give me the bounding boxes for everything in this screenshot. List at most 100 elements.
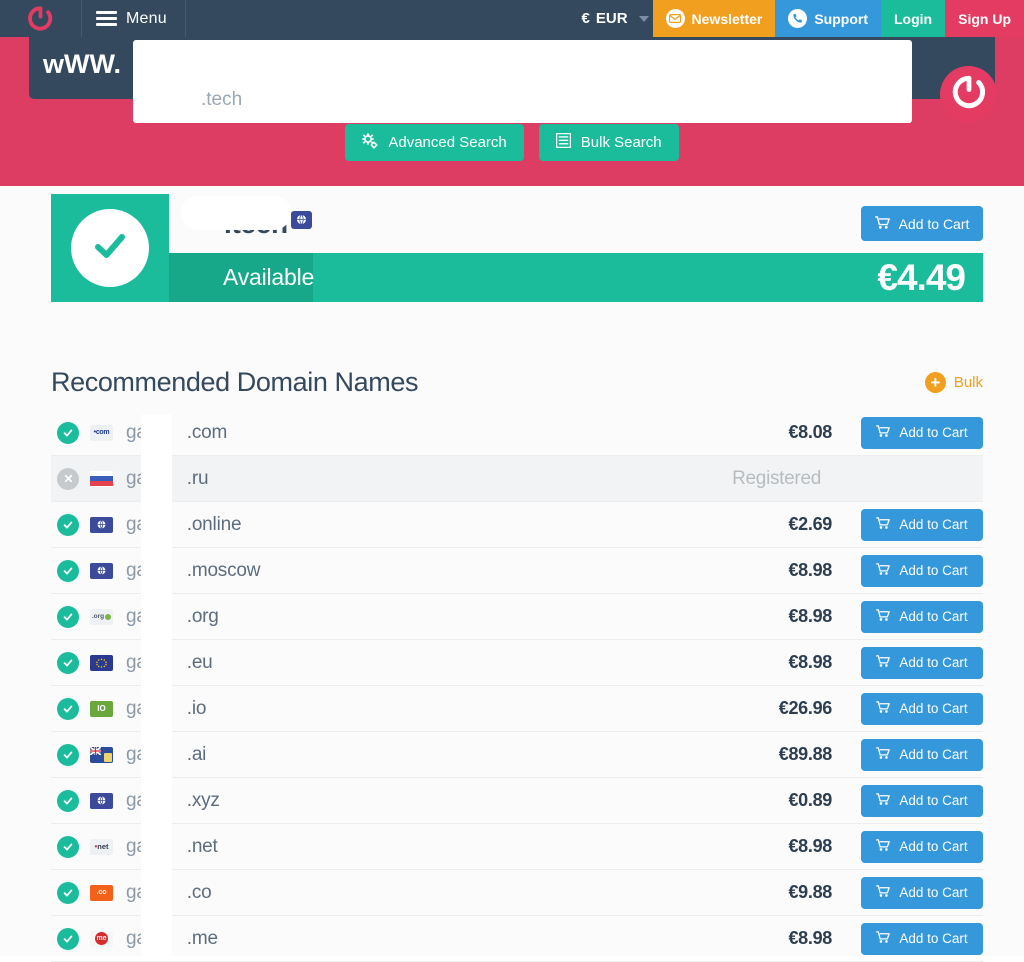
domain-name-cell[interactable]: ga.online [118,514,721,536]
availability-status-label: Available [169,253,313,302]
com-logo-icon: •com [90,425,113,441]
envelope-icon [666,9,685,28]
availability-status-cell [51,882,85,904]
table-row[interactable]: IO ga.io€26.96 Add to Cart [51,686,983,732]
signup-button[interactable]: Sign Up [945,0,1024,37]
add-to-cart-button[interactable]: Add to Cart [861,417,983,449]
cart-icon [876,517,890,532]
me-logo-icon: me [90,931,113,947]
domain-sld: ga [126,882,147,904]
tld-flag-cell [85,517,118,533]
result-domain-name: .tech [224,208,288,240]
add-to-cart-button[interactable]: Add to Cart [861,509,983,541]
domain-name-cell[interactable]: ga.me [118,928,721,950]
availability-status-cell [51,836,85,858]
domain-name-cell[interactable]: ga.io [118,698,721,720]
add-to-cart-button[interactable]: Add to Cart [861,785,983,817]
add-to-cart-button[interactable]: Add to Cart [861,877,983,909]
available-check-icon [57,652,79,674]
io-flag-icon: IO [90,701,113,717]
availability-status-cell [51,790,85,812]
domain-name-cell[interactable]: ga.ru [118,468,621,490]
domain-name-cell[interactable]: ga.moscow [118,560,721,582]
row-action-cell: Add to Cart [841,555,983,587]
add-to-cart-label: Add to Cart [899,747,967,762]
add-to-cart-label: Add to Cart [899,839,967,854]
add-to-cart-button[interactable]: Add to Cart [861,647,983,679]
add-to-cart-button[interactable]: Add to Cart [861,601,983,633]
add-to-cart-label: Add to Cart [899,655,967,670]
availability-status-cell [51,560,85,582]
login-button[interactable]: Login [881,0,945,37]
domain-name-cell[interactable]: ga.xyz [118,790,721,812]
domain-name-cell[interactable]: ga.org [118,606,721,628]
advanced-search-button[interactable]: Advanced Search [345,124,523,161]
table-row[interactable]: ga.moscow€8.98Add to Cart [51,548,983,594]
tld-flag-cell [85,471,118,487]
support-button[interactable]: Support [775,0,881,37]
tld-flag-cell: .co [85,885,118,901]
add-to-cart-label: Add to Cart [899,563,967,578]
available-check-icon [57,744,79,766]
search-input-container [133,77,912,123]
domain-name-cell[interactable]: ga.com [118,422,721,444]
search-submit-logo-button[interactable] [940,66,997,123]
tld-flag-cell: •com [85,425,118,441]
tld-flag-cell: .org [85,609,118,625]
table-row[interactable]: ga.online€2.69 Add to Cart [51,502,983,548]
advanced-search-label: Advanced Search [388,134,506,151]
search-hero-section: wWW. [0,37,1024,186]
table-row[interactable]: ga.eu€8.98Add to Cart [51,640,983,686]
cart-icon [876,609,890,624]
domain-name-cell[interactable]: ga.co [118,882,721,904]
available-check-icon [57,422,79,444]
hamburger-icon [96,11,117,26]
phone-icon [788,9,807,28]
domain-name-cell[interactable]: ga.eu [118,652,721,674]
bulk-add-link[interactable]: + Bulk [925,372,983,393]
table-row[interactable]: ga.ai€89.88Add to Cart [51,732,983,778]
availability-status-cell [51,606,85,628]
domain-name-cell[interactable]: ga.ai [118,744,721,766]
domain-price: €2.69 [721,514,841,535]
page-title: Recommended Domain Names [51,367,418,398]
brand-logo[interactable] [0,0,82,37]
tld-flag-cell [85,655,118,671]
table-row[interactable]: •netga.net€8.98Add to Cart [51,824,983,870]
tld-flag-cell [85,747,118,763]
recommended-header: Recommended Domain Names + Bulk [51,358,983,406]
domain-tld: .ru [187,468,209,490]
add-to-cart-button[interactable]: Add to Cart [861,831,983,863]
add-to-cart-button[interactable]: Add to Cart [861,555,983,587]
cart-icon [875,216,890,232]
table-row[interactable]: .orgga.org€8.98Add to Cart [51,594,983,640]
check-circle [71,209,149,287]
russia-flag-icon [90,471,113,487]
domain-name-cell[interactable]: ga.net [118,836,721,858]
domain-sld: ga [126,606,147,628]
availability-status-cell [51,468,85,490]
menu-button[interactable]: Menu [82,0,186,37]
add-to-cart-label: Add to Cart [899,885,967,900]
table-row[interactable]: ga.xyz€0.89Add to Cart [51,778,983,824]
currency-selector[interactable]: € EUR [582,0,653,37]
table-row[interactable]: ga.ruRegistered [51,456,983,502]
domain-sld: ga [126,652,147,674]
bulk-search-button[interactable]: Bulk Search [539,124,679,161]
table-row[interactable]: mega.me€8.98Add to Cart [51,916,983,962]
tld-flag-cell [85,563,118,579]
search-result-banner: .tech Add to Cart A [51,194,983,302]
domain-search-input[interactable] [133,77,912,123]
table-row[interactable]: •comga.com€8.08Add to Cart [51,410,983,456]
add-to-cart-button[interactable]: Add to Cart [861,206,983,241]
table-row[interactable]: .coga.co€9.88Add to Cart [51,870,983,916]
co-logo-icon: .co [90,885,113,901]
add-to-cart-button[interactable]: Add to Cart [861,739,983,771]
registered-status: Registered [621,468,841,490]
chevron-down-icon [639,16,649,22]
newsletter-button[interactable]: Newsletter [653,0,776,37]
tld-flag-cell: •net [85,839,118,855]
add-to-cart-button[interactable]: Add to Cart [861,923,983,955]
domain-price: €26.96 [721,698,841,719]
add-to-cart-button[interactable]: Add to Cart [861,693,983,725]
